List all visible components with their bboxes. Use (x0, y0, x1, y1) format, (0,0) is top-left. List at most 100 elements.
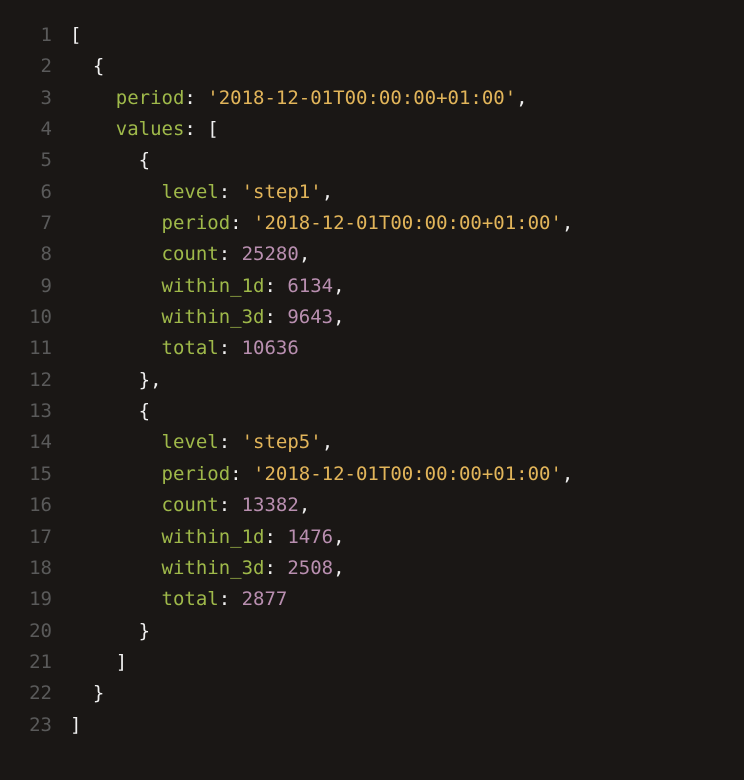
line-content[interactable]: { (70, 396, 150, 427)
line-number: 12 (0, 365, 70, 396)
line-content[interactable]: { (70, 51, 104, 82)
line-number: 15 (0, 459, 70, 490)
token-punct: , (333, 557, 344, 579)
token-string: 'step1' (242, 181, 322, 203)
token-key: total (162, 337, 219, 359)
token-key: period (162, 463, 231, 485)
code-line[interactable]: 2 { (0, 51, 744, 82)
token-punct: , (333, 275, 344, 297)
line-content[interactable]: count: 25280, (70, 239, 310, 270)
line-number: 1 (0, 20, 70, 51)
code-line[interactable]: 7 period: '2018-12-01T00:00:00+01:00', (0, 208, 744, 239)
code-editor[interactable]: 1[2 {3 period: '2018-12-01T00:00:00+01:0… (0, 20, 744, 741)
code-line[interactable]: 15 period: '2018-12-01T00:00:00+01:00', (0, 459, 744, 490)
code-line[interactable]: 16 count: 13382, (0, 490, 744, 521)
line-content[interactable]: period: '2018-12-01T00:00:00+01:00', (70, 459, 573, 490)
token-number: 2508 (287, 557, 333, 579)
code-line[interactable]: 21 ] (0, 647, 744, 678)
code-line[interactable]: 22 } (0, 678, 744, 709)
token-punct: [ (70, 24, 81, 46)
code-line[interactable]: 17 within_1d: 1476, (0, 522, 744, 553)
token-key: level (162, 431, 219, 453)
code-line[interactable]: 18 within_3d: 2508, (0, 553, 744, 584)
token-punct: , (562, 463, 573, 485)
token-number: 6134 (287, 275, 333, 297)
token-punct: ] (116, 651, 127, 673)
token-punct: } (139, 620, 150, 642)
code-line[interactable]: 5 { (0, 145, 744, 176)
line-content[interactable]: ] (70, 710, 81, 741)
token-punct: { (139, 149, 150, 171)
line-content[interactable]: { (70, 145, 150, 176)
line-content[interactable]: period: '2018-12-01T00:00:00+01:00', (70, 83, 528, 114)
token-punct: : (219, 181, 242, 203)
token-string: '2018-12-01T00:00:00+01:00' (253, 463, 562, 485)
code-line[interactable]: 1[ (0, 20, 744, 51)
line-number: 18 (0, 553, 70, 584)
token-key: values (116, 118, 185, 140)
code-line[interactable]: 23] (0, 710, 744, 741)
code-line[interactable]: 11 total: 10636 (0, 333, 744, 364)
token-punct: , (333, 526, 344, 548)
line-content[interactable]: within_1d: 1476, (70, 522, 345, 553)
token-string: 'step5' (242, 431, 322, 453)
token-number: 10636 (242, 337, 299, 359)
line-number: 8 (0, 239, 70, 270)
code-line[interactable]: 6 level: 'step1', (0, 177, 744, 208)
token-punct: } (93, 682, 104, 704)
token-punct: , (562, 212, 573, 234)
line-content[interactable]: } (70, 616, 150, 647)
line-content[interactable]: [ (70, 20, 81, 51)
token-key: within_1d (162, 275, 265, 297)
token-key: total (162, 588, 219, 610)
token-number: 9643 (287, 306, 333, 328)
token-number: 2877 (242, 588, 288, 610)
code-line[interactable]: 12 }, (0, 365, 744, 396)
line-content[interactable]: values: [ (70, 114, 219, 145)
line-content[interactable]: level: 'step5', (70, 427, 333, 458)
line-content[interactable]: } (70, 678, 104, 709)
line-number: 4 (0, 114, 70, 145)
line-content[interactable]: }, (70, 365, 162, 396)
code-line[interactable]: 4 values: [ (0, 114, 744, 145)
token-punct: , (322, 431, 333, 453)
code-line[interactable]: 20 } (0, 616, 744, 647)
token-punct: : (219, 588, 242, 610)
line-number: 23 (0, 710, 70, 741)
line-content[interactable]: period: '2018-12-01T00:00:00+01:00', (70, 208, 573, 239)
line-number: 20 (0, 616, 70, 647)
token-punct: }, (139, 369, 162, 391)
line-number: 22 (0, 678, 70, 709)
line-number: 7 (0, 208, 70, 239)
line-content[interactable]: total: 2877 (70, 584, 287, 615)
token-punct: ] (70, 714, 81, 736)
line-content[interactable]: total: 10636 (70, 333, 299, 364)
line-content[interactable]: within_3d: 9643, (70, 302, 345, 333)
token-punct: : (230, 212, 253, 234)
code-line[interactable]: 9 within_1d: 6134, (0, 271, 744, 302)
line-number: 13 (0, 396, 70, 427)
code-line[interactable]: 14 level: 'step5', (0, 427, 744, 458)
code-line[interactable]: 10 within_3d: 9643, (0, 302, 744, 333)
line-content[interactable]: level: 'step1', (70, 177, 333, 208)
line-content[interactable]: within_3d: 2508, (70, 553, 345, 584)
code-line[interactable]: 3 period: '2018-12-01T00:00:00+01:00', (0, 83, 744, 114)
token-punct: , (299, 494, 310, 516)
code-line[interactable]: 19 total: 2877 (0, 584, 744, 615)
token-punct: { (93, 55, 104, 77)
token-key: count (162, 243, 219, 265)
line-number: 10 (0, 302, 70, 333)
line-number: 14 (0, 427, 70, 458)
token-punct: , (322, 181, 333, 203)
token-punct: : (230, 463, 253, 485)
line-content[interactable]: within_1d: 6134, (70, 271, 345, 302)
code-line[interactable]: 8 count: 25280, (0, 239, 744, 270)
token-key: period (116, 87, 185, 109)
line-content[interactable]: ] (70, 647, 127, 678)
token-key: count (162, 494, 219, 516)
line-number: 6 (0, 177, 70, 208)
token-key: within_1d (162, 526, 265, 548)
token-number: 25280 (242, 243, 299, 265)
code-line[interactable]: 13 { (0, 396, 744, 427)
line-content[interactable]: count: 13382, (70, 490, 310, 521)
